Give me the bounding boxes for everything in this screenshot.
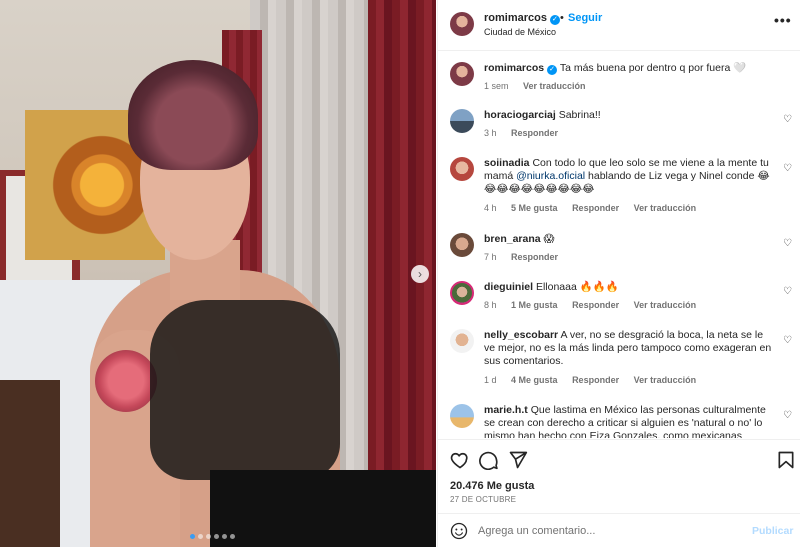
comment-meta: 7 h Responder bbox=[484, 252, 570, 262]
comment-meta: 8 h 1 Me gusta Responder Ver traducción bbox=[484, 300, 708, 310]
comment-text: Sabrina!! bbox=[558, 109, 601, 121]
see-translation-link[interactable]: Ver traducción bbox=[523, 81, 586, 91]
see-translation-link[interactable]: Ver traducción bbox=[634, 300, 697, 310]
more-options-icon[interactable]: ••• bbox=[774, 12, 792, 28]
reply-button[interactable]: Responder bbox=[572, 375, 619, 385]
carousel-dots bbox=[190, 534, 235, 539]
comment-time[interactable]: 4 h bbox=[484, 203, 497, 213]
post-actions-bar: 20.476 Me gusta 27 DE OCTUBRE bbox=[438, 439, 800, 511]
photo-pants bbox=[210, 470, 436, 547]
photo-black-top bbox=[150, 300, 340, 480]
commenter-avatar[interactable] bbox=[450, 157, 474, 181]
caption-username[interactable]: romimarcos bbox=[484, 62, 544, 74]
comment-body: soiinadia Con todo lo que leo solo se me… bbox=[484, 157, 774, 196]
comment-body: marie.h.t Que lastima en México las pers… bbox=[484, 404, 774, 438]
comment-body: dieguiniel Ellonaaa 🔥🔥🔥 bbox=[484, 281, 774, 294]
comment-meta: 1 d 4 Me gusta Responder Ver traducción bbox=[484, 375, 708, 385]
commenter-avatar[interactable] bbox=[450, 404, 474, 428]
reply-button[interactable]: Responder bbox=[572, 203, 619, 213]
separator-dot: • bbox=[560, 12, 564, 24]
photo-floor bbox=[0, 380, 60, 547]
heart-icon[interactable] bbox=[450, 450, 470, 470]
author-username[interactable]: romimarcos ✓ bbox=[484, 12, 560, 25]
like-comment-heart-icon[interactable]: ♡ bbox=[783, 164, 793, 174]
author-avatar[interactable] bbox=[450, 62, 474, 86]
comment-username[interactable]: soiinadia bbox=[484, 157, 530, 169]
comment-mention-link[interactable]: @niurka.oficial bbox=[516, 170, 585, 182]
post-location[interactable]: Ciudad de México bbox=[484, 27, 556, 37]
comment-likes-count[interactable]: 5 Me gusta bbox=[511, 203, 558, 213]
author-username-text[interactable]: romimarcos bbox=[484, 12, 547, 24]
carousel-dot bbox=[190, 534, 195, 539]
comments-list[interactable]: romimarcos ✓ Ta más buena por dentro q po… bbox=[438, 52, 800, 438]
comment-time[interactable]: 3 h bbox=[484, 128, 497, 138]
see-translation-link[interactable]: Ver traducción bbox=[634, 203, 697, 213]
comment-icon[interactable] bbox=[479, 450, 499, 470]
comment-meta: 3 h Responder bbox=[484, 128, 570, 138]
comment-body: nelly_escobarr A ver, no se desgració la… bbox=[484, 329, 774, 368]
see-translation-link[interactable]: Ver traducción bbox=[634, 375, 697, 385]
comment-input[interactable] bbox=[478, 522, 728, 540]
carousel-dot bbox=[206, 534, 211, 539]
comment-time[interactable]: 1 d bbox=[484, 375, 497, 385]
comment-username[interactable]: dieguiniel bbox=[484, 281, 533, 293]
post-date[interactable]: 27 DE OCTUBRE bbox=[450, 495, 516, 504]
author-avatar[interactable] bbox=[450, 12, 474, 36]
comment-username[interactable]: marie.h.t bbox=[484, 404, 528, 416]
likes-count[interactable]: 20.476 Me gusta bbox=[450, 480, 534, 492]
emoji-icon[interactable] bbox=[450, 522, 468, 540]
comment-text: 😱 bbox=[543, 233, 555, 245]
comment-username[interactable]: horaciogarciaj bbox=[484, 109, 556, 121]
caption-text: Ta más buena por dentro q por fuera 🤍 bbox=[559, 62, 747, 74]
carousel-next-button[interactable]: › bbox=[411, 265, 429, 283]
chevron-right-icon: › bbox=[418, 267, 422, 281]
verified-badge-icon: ✓ bbox=[549, 15, 560, 25]
comment-time[interactable]: 7 h bbox=[484, 252, 497, 262]
caption-meta: 1 sem Ver traducción bbox=[484, 81, 598, 91]
comment-body: horaciogarciaj Sabrina!! bbox=[484, 109, 774, 122]
share-icon[interactable] bbox=[508, 450, 528, 470]
carousel-dot bbox=[198, 534, 203, 539]
reply-button[interactable]: Responder bbox=[572, 300, 619, 310]
carousel-dot bbox=[230, 534, 235, 539]
like-comment-heart-icon[interactable]: ♡ bbox=[783, 239, 793, 249]
verified-badge-icon: ✓ bbox=[547, 65, 558, 75]
comment-time[interactable]: 8 h bbox=[484, 300, 497, 310]
caption-body: romimarcos ✓ Ta más buena por dentro q po… bbox=[484, 62, 774, 75]
comment-text: Ellonaaa 🔥🔥🔥 bbox=[535, 281, 619, 293]
comment-body: bren_arana 😱 bbox=[484, 233, 774, 246]
caption-time[interactable]: 1 sem bbox=[484, 81, 509, 91]
post-media[interactable]: › bbox=[0, 0, 436, 547]
photo-rose-tattoo bbox=[95, 350, 157, 412]
commenter-avatar-story[interactable] bbox=[450, 281, 474, 305]
like-comment-heart-icon[interactable]: ♡ bbox=[783, 287, 793, 297]
comment-likes-count[interactable]: 4 Me gusta bbox=[511, 375, 558, 385]
comment-username[interactable]: bren_arana bbox=[484, 233, 541, 245]
post-details-panel: romimarcos ✓ • Seguir Ciudad de México ••… bbox=[437, 0, 800, 547]
comment-likes-count[interactable]: 1 Me gusta bbox=[511, 300, 558, 310]
reply-button[interactable]: Responder bbox=[511, 128, 558, 138]
photo-person-hair bbox=[128, 60, 258, 170]
commenter-avatar[interactable] bbox=[450, 233, 474, 257]
commenter-avatar[interactable] bbox=[450, 329, 474, 353]
carousel-dot bbox=[222, 534, 227, 539]
comment-username[interactable]: nelly_escobarr bbox=[484, 329, 558, 341]
publish-button[interactable]: Publicar bbox=[752, 525, 793, 537]
comment-meta: 4 h 5 Me gusta Responder Ver traducción bbox=[484, 203, 708, 213]
carousel-dot bbox=[214, 534, 219, 539]
add-comment-bar: Publicar bbox=[438, 513, 800, 547]
bookmark-icon[interactable] bbox=[776, 450, 796, 470]
like-comment-heart-icon[interactable]: ♡ bbox=[783, 336, 793, 346]
like-comment-heart-icon[interactable]: ♡ bbox=[783, 411, 793, 421]
like-comment-heart-icon[interactable]: ♡ bbox=[783, 115, 793, 125]
follow-button[interactable]: Seguir bbox=[568, 12, 602, 24]
reply-button[interactable]: Responder bbox=[511, 252, 558, 262]
post-header: romimarcos ✓ • Seguir Ciudad de México ••… bbox=[438, 0, 800, 51]
commenter-avatar[interactable] bbox=[450, 109, 474, 133]
